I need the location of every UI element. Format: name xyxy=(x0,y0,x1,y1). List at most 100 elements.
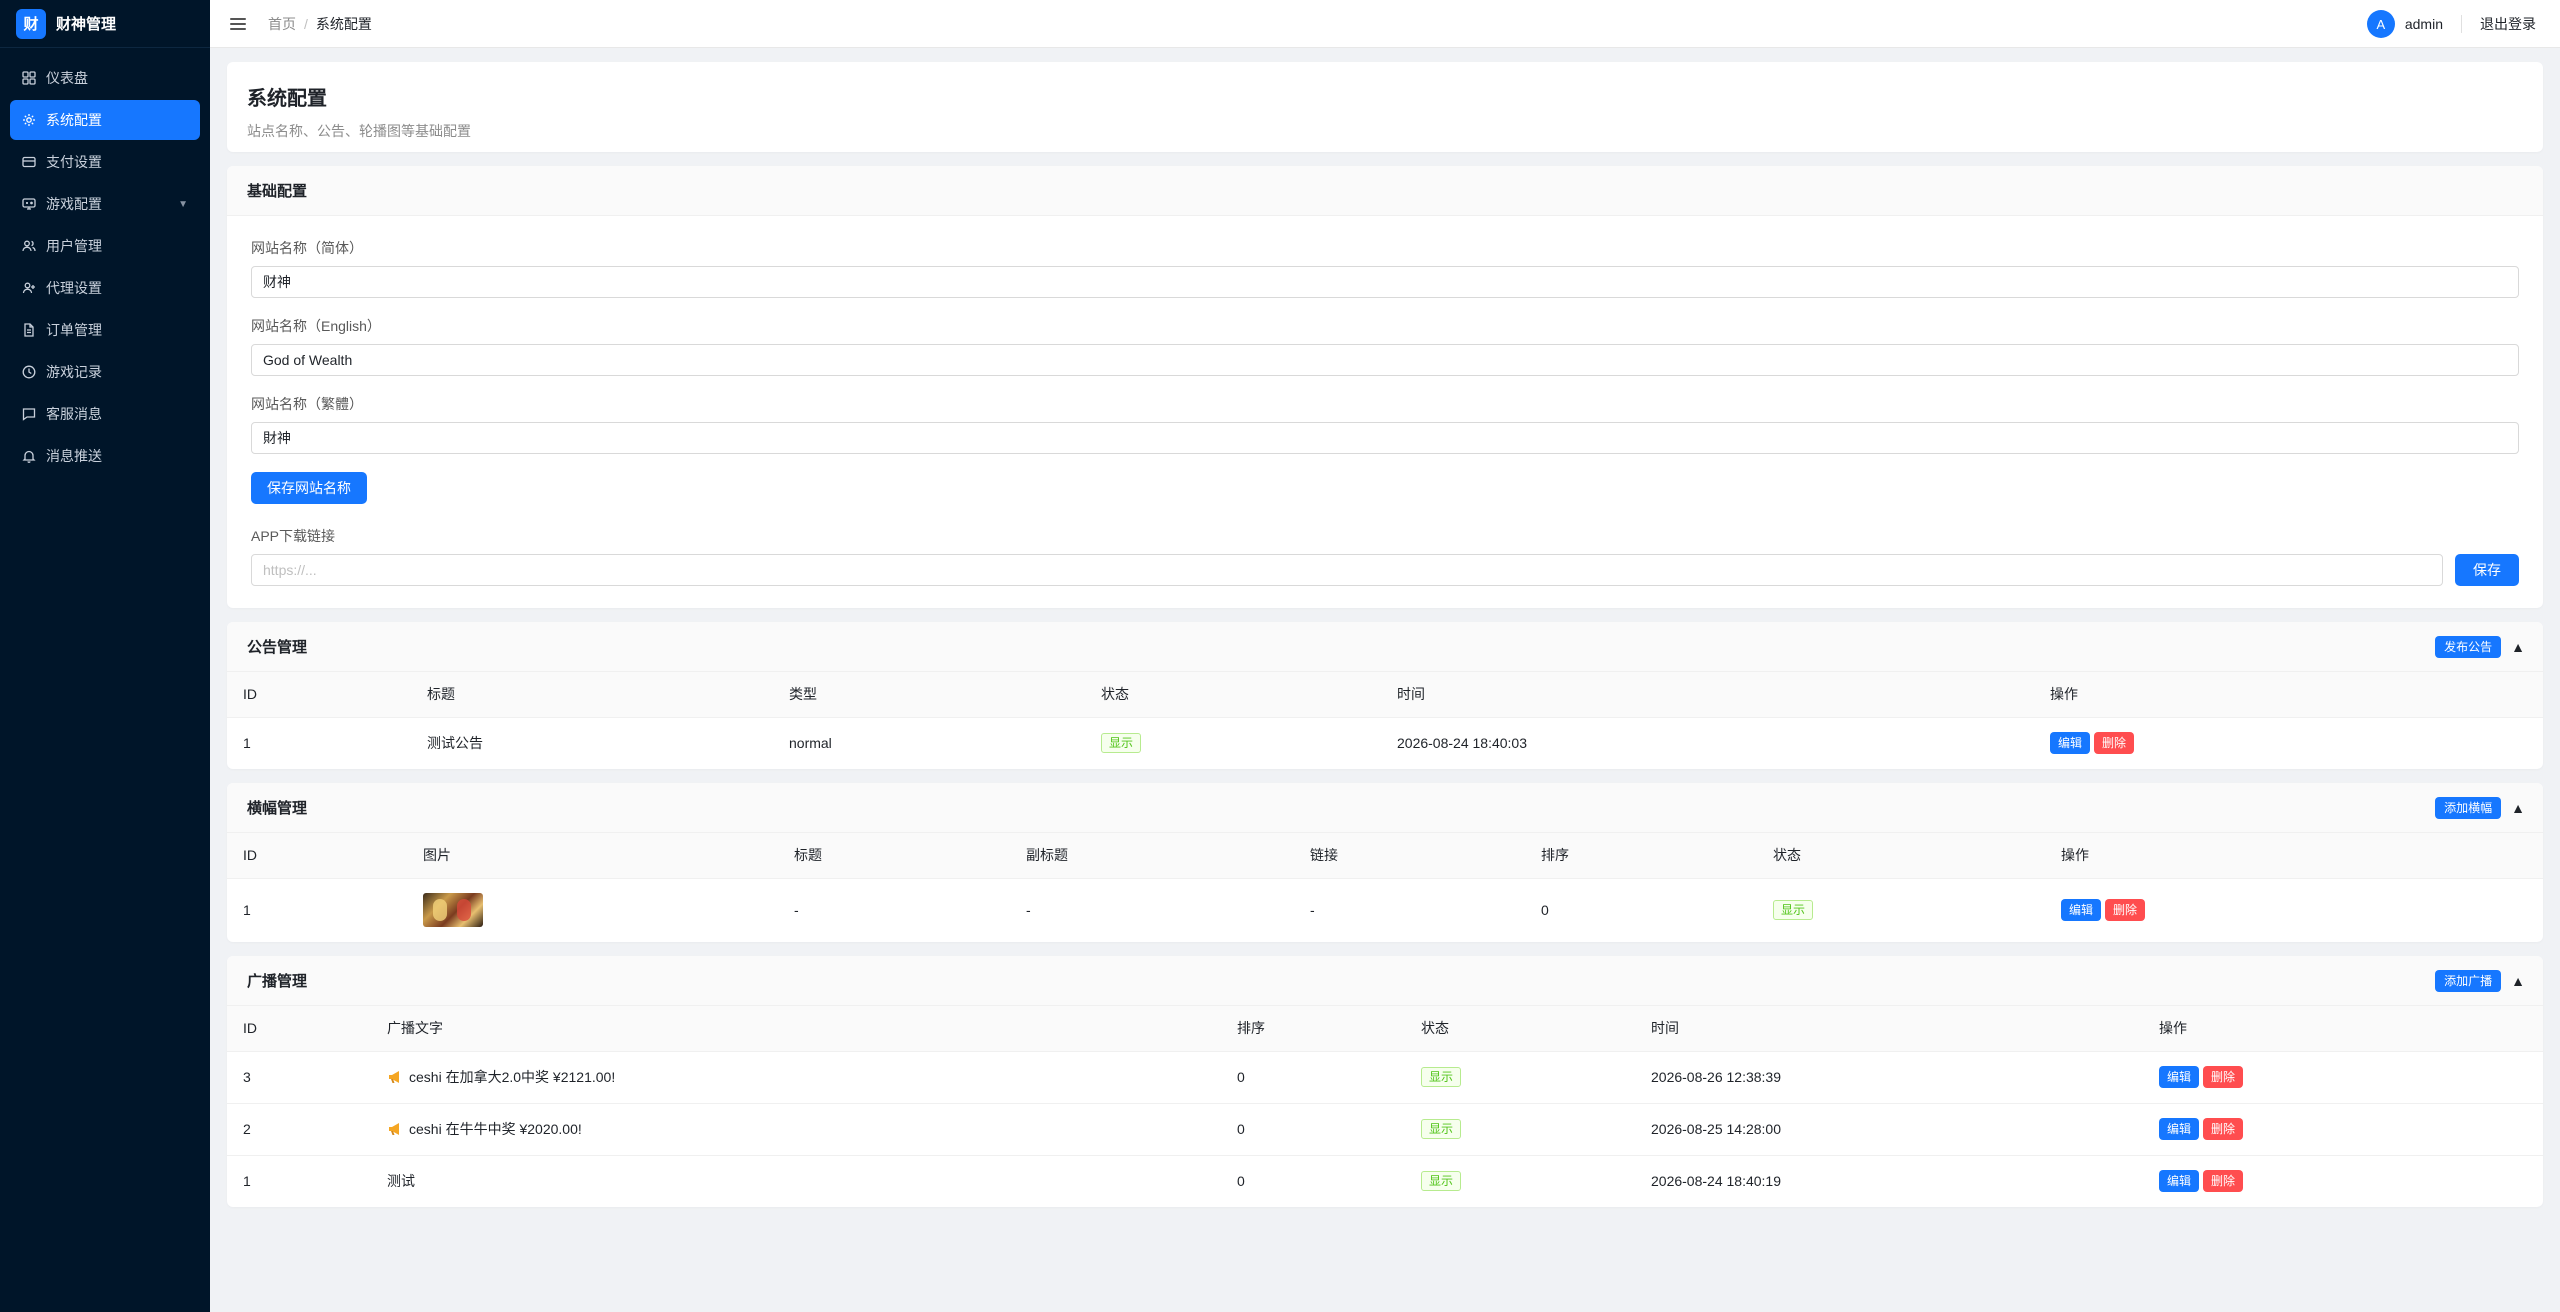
cell-id: 1 xyxy=(243,902,251,919)
menu-toggle-icon[interactable] xyxy=(230,16,246,32)
status-badge: 显示 xyxy=(1421,1119,1462,1139)
column-header: 时间 xyxy=(1635,1006,2143,1052)
column-header: 标题 xyxy=(778,833,1010,879)
notice-title: 公告管理 xyxy=(247,639,308,656)
edit-button[interactable]: 编辑 xyxy=(2159,1118,2200,1140)
column-header: 时间 xyxy=(1381,672,2034,718)
column-header: 类型 xyxy=(773,672,1085,718)
sidebar-item-label: 支付设置 xyxy=(46,154,102,170)
banner-thumbnail[interactable] xyxy=(423,893,483,928)
top-header: 首页 / 系统配置 A admin 退出登录 xyxy=(210,0,2560,48)
notice-actions: 发布公告 ▲ xyxy=(2435,622,2525,672)
table-row: 3 ceshi 在加拿大2.0中奖 ¥2121.00! 0 显示 2026-08… xyxy=(227,1051,2543,1104)
app-link-row: 保存 xyxy=(251,554,2519,586)
sidebar-item-game-config[interactable]: 游戏配置 ▼ xyxy=(10,184,200,224)
sidebar-item-system-config[interactable]: 系统配置 xyxy=(10,100,200,140)
table-row: 1 - - - 0 显示 编辑 删除 xyxy=(227,878,2543,942)
broadcast-actions: 添加广播 ▲ xyxy=(2435,956,2525,1006)
cell-status: 显示 xyxy=(1405,1103,1635,1156)
sidebar-menu: 仪表盘 系统配置 支付设置 游戏配置 ▼ 用户管理 代理设置 订单管理 游戏记录… xyxy=(0,48,210,476)
sidebar-item-game-records[interactable]: 游戏记录 xyxy=(10,352,200,392)
delete-button[interactable]: 删除 xyxy=(2203,1170,2244,1193)
cell-text: ceshi 在牛牛中奖 ¥2020.00! xyxy=(371,1103,1221,1156)
app-link-input[interactable] xyxy=(251,554,2443,586)
edit-button[interactable]: 编辑 xyxy=(2159,1170,2200,1193)
column-header: 排序 xyxy=(1221,1006,1405,1052)
column-header: 标题 xyxy=(411,672,773,718)
username[interactable]: admin xyxy=(2405,16,2443,32)
status-badge: 显示 xyxy=(1101,733,1142,754)
cell-status: 显示 xyxy=(1085,717,1381,769)
logout-link[interactable]: 退出登录 xyxy=(2480,14,2536,34)
cell-time: 2026-08-26 12:38:39 xyxy=(1635,1051,2143,1104)
sidebar-item-push[interactable]: 消息推送 xyxy=(10,436,200,476)
name-en-input[interactable] xyxy=(251,344,2519,376)
delete-button[interactable]: 删除 xyxy=(2203,1066,2244,1088)
sidebar-item-label: 游戏配置 xyxy=(46,196,102,212)
broadcast-title: 广播管理 xyxy=(247,973,308,990)
column-header: 图片 xyxy=(407,833,778,879)
delete-button[interactable]: 删除 xyxy=(2203,1118,2244,1140)
delete-button[interactable]: 删除 xyxy=(2094,732,2135,755)
sidebar: 财 财神管理 仪表盘 系统配置 支付设置 游戏配置 ▼ 用户管理 代理设置 订单… xyxy=(0,0,210,1312)
status-badge: 显示 xyxy=(1421,1171,1462,1192)
name-cn-input[interactable] xyxy=(251,266,2519,298)
cell-image xyxy=(407,878,778,942)
sidebar-item-dashboard[interactable]: 仪表盘 xyxy=(10,58,200,98)
sidebar-item-payment[interactable]: 支付设置 xyxy=(10,142,200,182)
message-icon xyxy=(22,407,36,421)
edit-button[interactable]: 编辑 xyxy=(2159,1066,2200,1088)
name-en-label: 网站名称（English） xyxy=(251,318,381,334)
edit-button[interactable]: 编辑 xyxy=(2061,899,2102,922)
column-header: 操作 xyxy=(2034,672,2543,718)
broadcast-text: ceshi 在加拿大2.0中奖 ¥2121.00! xyxy=(409,1069,616,1085)
table-header-row: ID 广播文字 排序 状态 时间 操作 xyxy=(227,1006,2543,1052)
avatar[interactable]: A xyxy=(2366,10,2395,38)
column-header: 链接 xyxy=(1294,833,1525,879)
chevron-down-icon[interactable]: ▼ xyxy=(178,199,188,210)
megaphone-icon xyxy=(389,1123,399,1135)
cell-title: - xyxy=(794,902,799,919)
brand[interactable]: 财 财神管理 xyxy=(0,0,210,48)
brand-logo: 财 xyxy=(16,8,46,39)
sidebar-item-service-messages[interactable]: 客服消息 xyxy=(10,394,200,434)
cell-actions: 编辑 删除 xyxy=(2143,1051,2543,1104)
user-plus-icon xyxy=(22,281,36,295)
edit-button[interactable]: 编辑 xyxy=(2050,732,2091,755)
cell-sort: 0 xyxy=(1221,1051,1405,1104)
column-header: 状态 xyxy=(1757,833,2045,879)
cell-actions: 编辑 删除 xyxy=(2143,1155,2543,1207)
save-site-names-button[interactable]: 保存网站名称 xyxy=(251,472,367,504)
cell-type: normal xyxy=(789,735,832,752)
cell-time: 2026-08-25 14:28:00 xyxy=(1635,1103,2143,1156)
save-app-link-button[interactable]: 保存 xyxy=(2455,554,2519,586)
table-row: 2 ceshi 在牛牛中奖 ¥2020.00! 0 显示 2026-08-25 … xyxy=(227,1103,2543,1156)
cell-link: - xyxy=(1310,902,1315,919)
add-broadcast-button[interactable]: 添加广播 xyxy=(2435,970,2502,992)
cell-status: 显示 xyxy=(1757,878,2045,942)
add-notice-button[interactable]: 发布公告 xyxy=(2435,636,2502,658)
add-banner-button[interactable]: 添加横幅 xyxy=(2435,797,2502,819)
users-icon xyxy=(22,239,36,253)
name-en-field: 网站名称（English） xyxy=(251,316,2519,376)
cell-sort: 0 xyxy=(1237,1173,1245,1190)
collapse-icon[interactable]: ▲ xyxy=(2511,639,2525,655)
name-tw-input[interactable] xyxy=(251,422,2519,454)
banner-title: 横幅管理 xyxy=(247,800,308,817)
delete-button[interactable]: 删除 xyxy=(2105,899,2146,922)
breadcrumb-home[interactable]: 首页 xyxy=(268,14,296,34)
broadcast-text: 测试 xyxy=(387,1173,415,1190)
sidebar-item-label: 代理设置 xyxy=(46,280,102,296)
collapse-icon[interactable]: ▲ xyxy=(2511,800,2525,816)
sidebar-item-orders[interactable]: 订单管理 xyxy=(10,310,200,350)
sidebar-item-label: 用户管理 xyxy=(46,238,102,254)
broadcast-header: 广播管理 添加广播 ▲ xyxy=(227,956,2543,1006)
sidebar-item-agent[interactable]: 代理设置 xyxy=(10,268,200,308)
banner-table: ID 图片 标题 副标题 链接 排序 状态 操作 1 - - - 0 显示 编辑… xyxy=(227,833,2543,942)
collapse-icon[interactable]: ▲ xyxy=(2511,973,2525,989)
card-icon xyxy=(22,155,36,169)
column-header: ID xyxy=(227,1006,371,1052)
cell-time: 2026-08-24 18:40:03 xyxy=(1397,735,1527,752)
cell-actions: 编辑 删除 xyxy=(2045,878,2543,942)
sidebar-item-users[interactable]: 用户管理 xyxy=(10,226,200,266)
